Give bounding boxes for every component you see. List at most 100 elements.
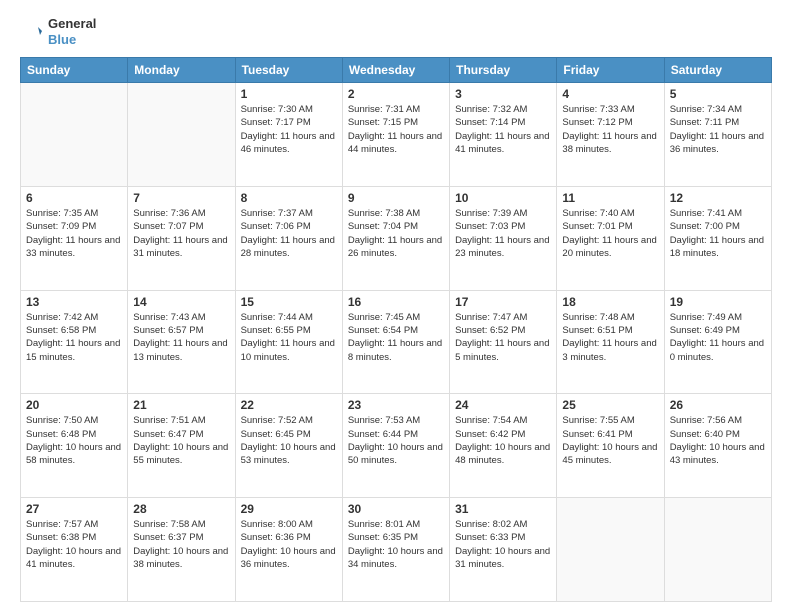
day-number: 2 — [348, 87, 444, 101]
day-number: 17 — [455, 295, 551, 309]
calendar-header-row: Sunday Monday Tuesday Wednesday Thursday… — [21, 58, 772, 83]
calendar-cell: 11 Sunrise: 7:40 AM Sunset: 7:01 PM Dayli… — [557, 186, 664, 290]
day-number: 27 — [26, 502, 122, 516]
day-info: Sunrise: 7:50 AM Sunset: 6:48 PM Dayligh… — [26, 414, 122, 467]
day-info: Sunrise: 7:44 AM Sunset: 6:55 PM Dayligh… — [241, 311, 337, 364]
day-info: Sunrise: 7:56 AM Sunset: 6:40 PM Dayligh… — [670, 414, 766, 467]
day-number: 12 — [670, 191, 766, 205]
calendar-cell: 2 Sunrise: 7:31 AM Sunset: 7:15 PM Daylig… — [342, 83, 449, 187]
day-number: 11 — [562, 191, 658, 205]
col-friday: Friday — [557, 58, 664, 83]
day-number: 30 — [348, 502, 444, 516]
day-number: 21 — [133, 398, 229, 412]
day-info: Sunrise: 7:51 AM Sunset: 6:47 PM Dayligh… — [133, 414, 229, 467]
calendar-cell: 23 Sunrise: 7:53 AM Sunset: 6:44 PM Dayli… — [342, 394, 449, 498]
calendar-cell: 19 Sunrise: 7:49 AM Sunset: 6:49 PM Dayli… — [664, 290, 771, 394]
day-info: Sunrise: 7:31 AM Sunset: 7:15 PM Dayligh… — [348, 103, 444, 156]
day-number: 24 — [455, 398, 551, 412]
day-number: 4 — [562, 87, 658, 101]
day-number: 20 — [26, 398, 122, 412]
day-info: Sunrise: 7:55 AM Sunset: 6:41 PM Dayligh… — [562, 414, 658, 467]
day-info: Sunrise: 7:53 AM Sunset: 6:44 PM Dayligh… — [348, 414, 444, 467]
day-number: 13 — [26, 295, 122, 309]
calendar-cell — [557, 498, 664, 602]
day-number: 10 — [455, 191, 551, 205]
day-info: Sunrise: 7:38 AM Sunset: 7:04 PM Dayligh… — [348, 207, 444, 260]
calendar-week-row: 13Sunrise: 7:42 AM Sunset: 6:58 PM Dayli… — [21, 290, 772, 394]
col-tuesday: Tuesday — [235, 58, 342, 83]
calendar-cell: 26 Sunrise: 7:56 AM Sunset: 6:40 PM Dayli… — [664, 394, 771, 498]
day-number: 22 — [241, 398, 337, 412]
col-saturday: Saturday — [664, 58, 771, 83]
calendar-cell: 16 Sunrise: 7:45 AM Sunset: 6:54 PM Dayli… — [342, 290, 449, 394]
day-info: Sunrise: 8:02 AM Sunset: 6:33 PM Dayligh… — [455, 518, 551, 571]
day-info: Sunrise: 8:00 AM Sunset: 6:36 PM Dayligh… — [241, 518, 337, 571]
day-info: Sunrise: 7:52 AM Sunset: 6:45 PM Dayligh… — [241, 414, 337, 467]
calendar-cell: 6 Sunrise: 7:35 AM Sunset: 7:09 PM Daylig… — [21, 186, 128, 290]
calendar-cell: 5 Sunrise: 7:34 AM Sunset: 7:11 PM Daylig… — [664, 83, 771, 187]
calendar-cell — [21, 83, 128, 187]
day-info: Sunrise: 7:39 AM Sunset: 7:03 PM Dayligh… — [455, 207, 551, 260]
calendar-cell: 17 Sunrise: 7:47 AM Sunset: 6:52 PM Dayli… — [450, 290, 557, 394]
day-info: Sunrise: 7:33 AM Sunset: 7:12 PM Dayligh… — [562, 103, 658, 156]
col-thursday: Thursday — [450, 58, 557, 83]
day-number: 26 — [670, 398, 766, 412]
calendar-cell: 13Sunrise: 7:42 AM Sunset: 6:58 PM Dayli… — [21, 290, 128, 394]
day-info: Sunrise: 7:30 AM Sunset: 7:17 PM Dayligh… — [241, 103, 337, 156]
day-number: 1 — [241, 87, 337, 101]
calendar-cell: 20 Sunrise: 7:50 AM Sunset: 6:48 PM Dayli… — [21, 394, 128, 498]
day-number: 29 — [241, 502, 337, 516]
calendar-cell: 24 Sunrise: 7:54 AM Sunset: 6:42 PM Dayli… — [450, 394, 557, 498]
calendar-cell: 25 Sunrise: 7:55 AM Sunset: 6:41 PM Dayli… — [557, 394, 664, 498]
col-sunday: Sunday — [21, 58, 128, 83]
calendar-week-row: 27 Sunrise: 7:57 AM Sunset: 6:38 PM Dayli… — [21, 498, 772, 602]
day-info: Sunrise: 7:58 AM Sunset: 6:37 PM Dayligh… — [133, 518, 229, 571]
calendar-cell: 30Sunrise: 8:01 AM Sunset: 6:35 PM Dayli… — [342, 498, 449, 602]
col-monday: Monday — [128, 58, 235, 83]
calendar-cell: 28Sunrise: 7:58 AM Sunset: 6:37 PM Dayli… — [128, 498, 235, 602]
day-info: Sunrise: 7:54 AM Sunset: 6:42 PM Dayligh… — [455, 414, 551, 467]
page: General Blue Sunday Monday Tuesday Wedne… — [0, 0, 792, 612]
day-info: Sunrise: 7:37 AM Sunset: 7:06 PM Dayligh… — [241, 207, 337, 260]
day-number: 23 — [348, 398, 444, 412]
logo-text-general: General — [48, 16, 96, 32]
day-number: 5 — [670, 87, 766, 101]
calendar-cell: 14 Sunrise: 7:43 AM Sunset: 6:57 PM Dayli… — [128, 290, 235, 394]
day-number: 6 — [26, 191, 122, 205]
calendar-cell — [128, 83, 235, 187]
logo-icon — [20, 21, 42, 43]
day-number: 25 — [562, 398, 658, 412]
day-info: Sunrise: 7:49 AM Sunset: 6:49 PM Dayligh… — [670, 311, 766, 364]
calendar-cell: 1 Sunrise: 7:30 AM Sunset: 7:17 PM Daylig… — [235, 83, 342, 187]
day-number: 15 — [241, 295, 337, 309]
day-info: Sunrise: 7:40 AM Sunset: 7:01 PM Dayligh… — [562, 207, 658, 260]
day-info: Sunrise: 7:34 AM Sunset: 7:11 PM Dayligh… — [670, 103, 766, 156]
calendar-cell: 31Sunrise: 8:02 AM Sunset: 6:33 PM Dayli… — [450, 498, 557, 602]
calendar-table: Sunday Monday Tuesday Wednesday Thursday… — [20, 57, 772, 602]
day-info: Sunrise: 7:45 AM Sunset: 6:54 PM Dayligh… — [348, 311, 444, 364]
day-number: 19 — [670, 295, 766, 309]
calendar-cell: 15 Sunrise: 7:44 AM Sunset: 6:55 PM Dayli… — [235, 290, 342, 394]
logo-text-blue: Blue — [48, 32, 96, 48]
day-info: Sunrise: 7:57 AM Sunset: 6:38 PM Dayligh… — [26, 518, 122, 571]
calendar-cell — [664, 498, 771, 602]
header: General Blue — [20, 16, 772, 47]
calendar-cell: 4 Sunrise: 7:33 AM Sunset: 7:12 PM Daylig… — [557, 83, 664, 187]
day-info: Sunrise: 7:43 AM Sunset: 6:57 PM Dayligh… — [133, 311, 229, 364]
calendar-cell: 18Sunrise: 7:48 AM Sunset: 6:51 PM Dayli… — [557, 290, 664, 394]
day-info: Sunrise: 7:35 AM Sunset: 7:09 PM Dayligh… — [26, 207, 122, 260]
calendar-cell: 22 Sunrise: 7:52 AM Sunset: 6:45 PM Dayli… — [235, 394, 342, 498]
day-info: Sunrise: 7:47 AM Sunset: 6:52 PM Dayligh… — [455, 311, 551, 364]
calendar-cell: 9Sunrise: 7:38 AM Sunset: 7:04 PM Daylig… — [342, 186, 449, 290]
calendar-cell: 12 Sunrise: 7:41 AM Sunset: 7:00 PM Dayli… — [664, 186, 771, 290]
day-number: 16 — [348, 295, 444, 309]
calendar-week-row: 6 Sunrise: 7:35 AM Sunset: 7:09 PM Daylig… — [21, 186, 772, 290]
day-info: Sunrise: 7:36 AM Sunset: 7:07 PM Dayligh… — [133, 207, 229, 260]
day-number: 14 — [133, 295, 229, 309]
calendar-cell: 7 Sunrise: 7:36 AM Sunset: 7:07 PM Daylig… — [128, 186, 235, 290]
day-number: 3 — [455, 87, 551, 101]
calendar-cell: 3Sunrise: 7:32 AM Sunset: 7:14 PM Daylig… — [450, 83, 557, 187]
col-wednesday: Wednesday — [342, 58, 449, 83]
day-number: 7 — [133, 191, 229, 205]
day-info: Sunrise: 7:41 AM Sunset: 7:00 PM Dayligh… — [670, 207, 766, 260]
